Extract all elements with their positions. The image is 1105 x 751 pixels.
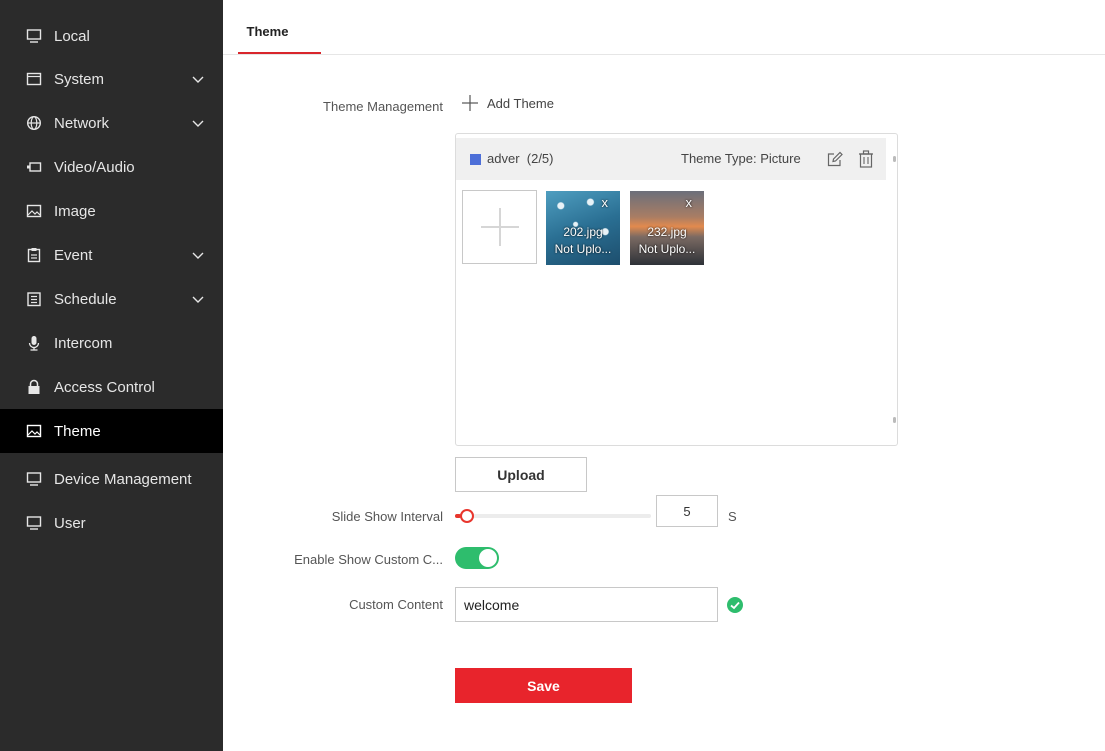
save-button[interactable]: Save (455, 668, 632, 703)
sidebar-item-theme[interactable]: Theme (0, 409, 223, 453)
sidebar-item-label: Access Control (54, 378, 155, 396)
main-panel: Theme Theme Management Add Theme adver (… (223, 0, 1105, 751)
image-icon (26, 203, 42, 219)
sidebar-item-image[interactable]: Image (0, 189, 223, 233)
upload-button[interactable]: Upload (455, 457, 587, 492)
slide-show-interval-input[interactable] (656, 495, 718, 527)
sidebar-item-label: Event (54, 246, 93, 264)
trash-icon[interactable] (858, 150, 874, 168)
monitor-icon (26, 28, 42, 44)
add-theme-label: Add Theme (487, 95, 554, 111)
camera-icon (26, 159, 42, 175)
sidebar-item-user[interactable]: User (0, 501, 223, 545)
edit-icon[interactable] (827, 151, 843, 167)
scrollbar-top[interactable] (893, 156, 896, 162)
enable-show-custom-label: Enable Show Custom C... (294, 552, 443, 567)
tab-theme[interactable]: Theme (238, 0, 321, 54)
microphone-icon (26, 335, 42, 351)
sidebar-item-schedule[interactable]: Schedule (0, 277, 223, 321)
lock-icon (26, 379, 42, 395)
sidebar-item-video-audio[interactable]: Video/Audio (0, 145, 223, 189)
sidebar-item-label: Device Management (54, 470, 192, 488)
theme-count: (2/5) (526, 151, 554, 166)
custom-content-label: Custom Content (349, 597, 443, 612)
picture-name: 202.jpg (563, 225, 603, 239)
theme-header[interactable]: adver (2/5) Theme Type: Picture (456, 138, 886, 180)
sidebar-item-label: Theme (54, 422, 101, 440)
sidebar-item-label: User (54, 514, 86, 532)
remove-picture-button[interactable]: x (602, 195, 609, 210)
theme-type: Theme Type: Picture (681, 151, 801, 166)
plus-icon (462, 95, 478, 111)
sidebar-item-label: Video/Audio (54, 158, 135, 176)
sidebar-item-network[interactable]: Network (0, 101, 223, 145)
remove-picture-button[interactable]: x (686, 195, 693, 210)
sidebar-item-device-management[interactable]: Device Management (0, 457, 223, 501)
theme-color-square (470, 154, 481, 165)
globe-icon (26, 115, 42, 131)
sidebar-item-label: System (54, 70, 105, 88)
enable-show-custom-toggle[interactable] (455, 547, 499, 569)
chevron-down-icon (192, 120, 204, 127)
theme-panel: adver (2/5) Theme Type: Picture x 202.jp… (455, 133, 898, 446)
slider-handle[interactable] (460, 509, 474, 523)
tab-bar: Theme (223, 0, 1105, 55)
theme-management-label: Theme Management (323, 99, 443, 114)
chevron-down-icon (192, 296, 204, 303)
theme-name: adver (2/5) (487, 151, 554, 166)
sidebar-item-intercom[interactable]: Intercom (0, 321, 223, 365)
image-icon (26, 423, 42, 439)
interval-unit: S (728, 509, 737, 524)
picture-status: Not Uplo... (554, 242, 612, 256)
custom-content-input[interactable] (455, 587, 718, 622)
sidebar-item-label: Intercom (54, 334, 113, 352)
sidebar: Local System Network Video/Audio Image E… (0, 0, 223, 751)
check-circle-icon (727, 597, 743, 613)
picture-name: 232.jpg (647, 225, 687, 239)
sidebar-item-system[interactable]: System (0, 57, 223, 101)
plus-icon (481, 208, 519, 246)
sidebar-item-label: Schedule (54, 290, 117, 308)
add-theme-button[interactable]: Add Theme (461, 94, 554, 112)
theme-name-text: adver (487, 151, 520, 166)
picture-thumbnail[interactable]: x 232.jpg Not Uplo... (630, 191, 704, 265)
picture-status: Not Uplo... (638, 242, 696, 256)
monitor-icon (26, 471, 42, 487)
slide-show-interval-label: Slide Show Interval (331, 509, 443, 524)
add-picture-button[interactable] (462, 190, 537, 264)
calendar-icon (26, 291, 42, 307)
sidebar-item-label: Local (54, 27, 90, 45)
slide-show-interval-slider[interactable] (455, 507, 651, 525)
chevron-down-icon (192, 252, 204, 259)
sidebar-item-event[interactable]: Event (0, 233, 223, 277)
slider-track (455, 514, 651, 518)
window-icon (26, 71, 42, 87)
toggle-knob (479, 549, 497, 567)
sidebar-item-label: Image (54, 202, 96, 220)
chevron-down-icon (192, 76, 204, 83)
clipboard-icon (26, 247, 42, 263)
scrollbar-bottom[interactable] (893, 417, 896, 423)
sidebar-item-local[interactable]: Local (0, 14, 223, 58)
sidebar-item-label: Network (54, 114, 110, 132)
monitor-icon (26, 515, 42, 531)
picture-thumbnail[interactable]: x 202.jpg Not Uplo... (546, 191, 620, 265)
sidebar-item-access-control[interactable]: Access Control (0, 365, 223, 409)
